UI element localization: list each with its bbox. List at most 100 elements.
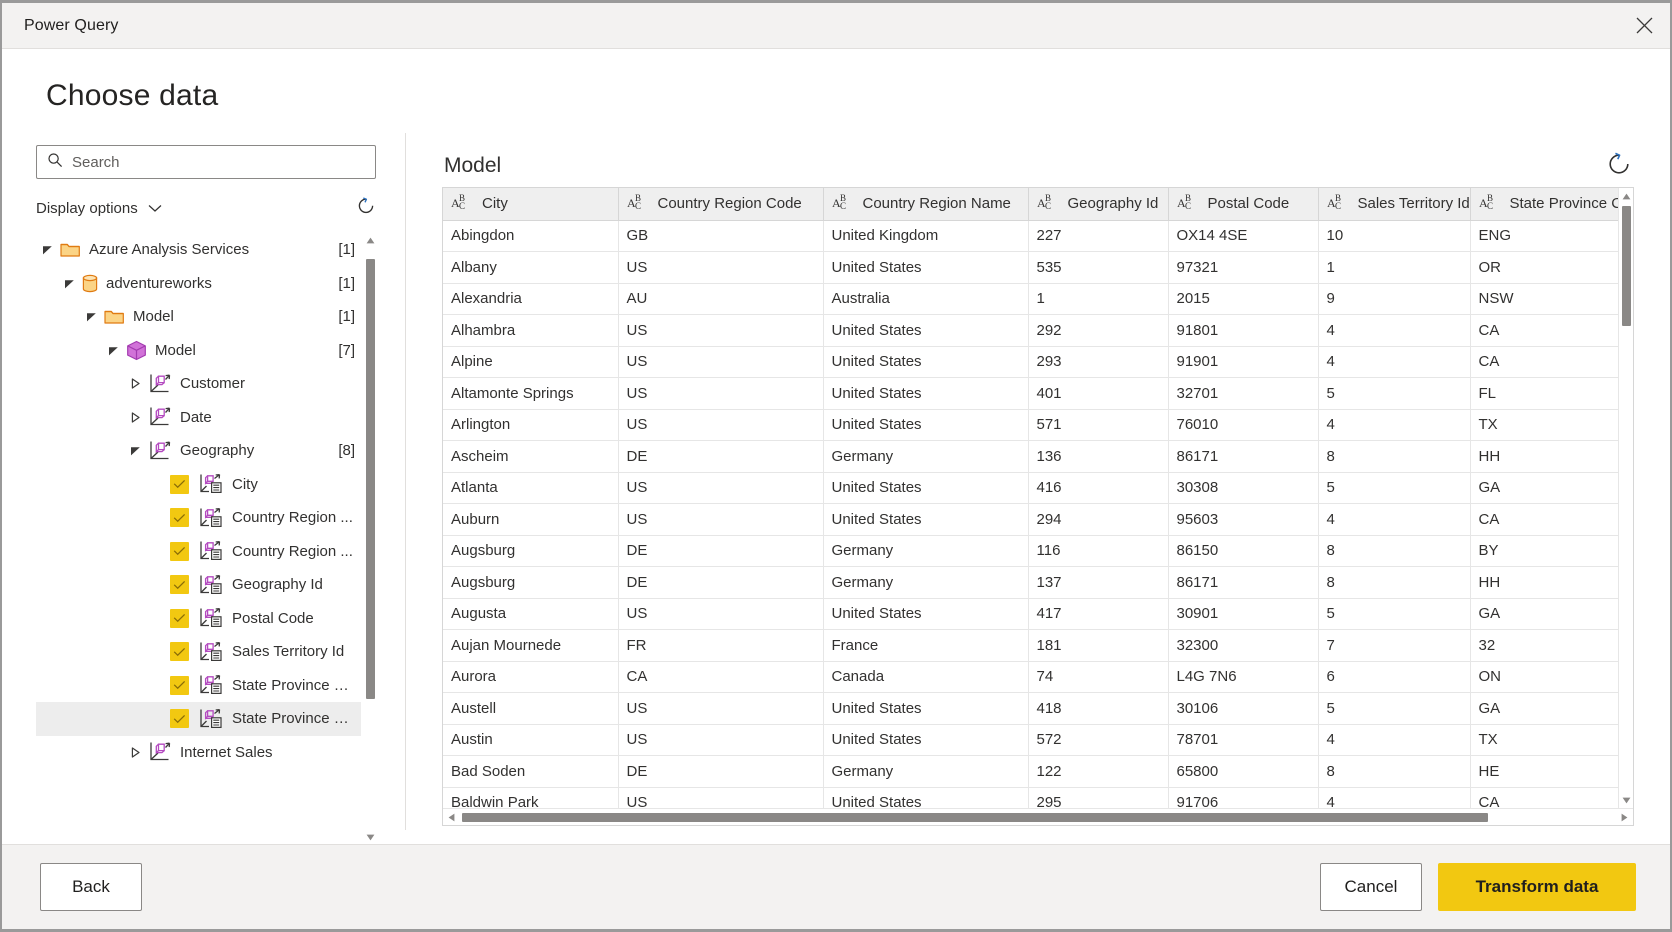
table-cell: 295 xyxy=(1028,787,1169,808)
table-row[interactable]: Baldwin Park US United States 295 91706 4 CA xyxy=(443,787,1618,808)
expand-triangle-icon[interactable] xyxy=(128,378,143,389)
tree-item[interactable]: Geography Id xyxy=(36,568,361,602)
tree-item[interactable]: Model [1] xyxy=(36,300,361,334)
grid-scroll-up-arrow[interactable] xyxy=(1622,188,1631,204)
grid-horizontal-scrollbar[interactable] xyxy=(443,808,1633,825)
column-header-label: Country Region Code xyxy=(657,195,802,213)
close-button[interactable] xyxy=(1618,3,1670,48)
collapse-triangle-icon[interactable] xyxy=(84,311,99,322)
scroll-down-arrow[interactable] xyxy=(366,830,375,844)
grid-scroll-left-arrow[interactable] xyxy=(443,813,460,822)
cancel-button[interactable]: Cancel xyxy=(1320,863,1422,911)
table-row[interactable]: Ascheim DE Germany 136 86171 8 HH xyxy=(443,440,1618,473)
grid-scroll-thumb[interactable] xyxy=(1621,206,1631,326)
collapse-triangle-icon[interactable] xyxy=(106,345,121,356)
tree-item-checkbox[interactable] xyxy=(170,642,189,662)
tree-item[interactable]: State Province C... xyxy=(36,669,361,703)
refresh-icon[interactable] xyxy=(356,196,376,221)
table-row[interactable]: Arlington US United States 571 76010 4 TX xyxy=(443,409,1618,441)
expand-triangle-icon[interactable] xyxy=(128,747,143,758)
tree-item[interactable]: adventureworks [1] xyxy=(36,267,361,301)
grid-hscroll-thumb[interactable] xyxy=(462,812,1488,822)
tree-scroll-track[interactable] xyxy=(365,247,376,830)
close-icon xyxy=(1636,17,1653,34)
table-row[interactable]: Augusta US United States 417 30901 5 GA xyxy=(443,598,1618,630)
column-header[interactable]: A B C Geography Id xyxy=(1028,188,1169,221)
transform-data-button[interactable]: Transform data xyxy=(1438,863,1636,911)
table-row[interactable]: Abingdon GB United Kingdom 227 OX14 4SE 10 ENG xyxy=(443,220,1618,252)
tree-item-checkbox[interactable] xyxy=(170,474,189,494)
tree-item-checkbox[interactable] xyxy=(170,675,189,695)
table-row[interactable]: Bad Soden DE Germany 122 65800 8 HE xyxy=(443,755,1618,788)
tree-item[interactable]: Country Region ... xyxy=(36,501,361,535)
navigator-tree[interactable]: Azure Analysis Services [1] adventureworks… xyxy=(36,233,363,844)
scroll-up-arrow[interactable] xyxy=(366,233,375,247)
table-row[interactable]: Augsburg DE Germany 137 86171 8 HH xyxy=(443,566,1618,599)
table-row[interactable]: Auburn US United States 294 95603 4 CA xyxy=(443,503,1618,536)
column-header[interactable]: A B C Sales Territory Id xyxy=(1318,188,1471,221)
tree-item-checkbox[interactable] xyxy=(170,541,189,561)
table-row[interactable]: Alpine US United States 293 91901 4 CA xyxy=(443,346,1618,378)
grid-scroll-down-arrow[interactable] xyxy=(1622,792,1631,808)
tree-item[interactable]: Postal Code xyxy=(36,602,361,636)
tree-item[interactable]: Model [7] xyxy=(36,334,361,368)
table-cell: 30106 xyxy=(1168,692,1319,725)
display-options-dropdown[interactable]: Display options xyxy=(36,200,162,217)
column-header[interactable]: A B C Postal Code xyxy=(1168,188,1319,221)
table-cell: GA xyxy=(1470,472,1618,504)
column-header[interactable]: A B C City xyxy=(443,188,619,221)
table-cell: 5 xyxy=(1318,472,1471,504)
table-row[interactable]: Albany US United States 535 97321 1 OR xyxy=(443,251,1618,284)
column-header[interactable]: A B C Country Region Code xyxy=(618,188,824,221)
tree-vertical-scrollbar[interactable] xyxy=(365,233,376,844)
column-header[interactable]: A B C Country Region Name xyxy=(823,188,1029,221)
collapse-triangle-icon[interactable] xyxy=(128,445,143,456)
table-row[interactable]: Alhambra US United States 292 91801 4 CA xyxy=(443,314,1618,347)
table-cell: AU xyxy=(618,283,824,315)
grid-scroll-area: A B C City A B C Country Region Code A B C Country … xyxy=(443,188,1618,808)
back-button[interactable]: Back xyxy=(40,863,142,911)
table-row[interactable]: Aujan Mournede FR France 181 32300 7 32 xyxy=(443,629,1618,662)
search-input[interactable] xyxy=(70,152,367,172)
tree-item[interactable]: Country Region ... xyxy=(36,535,361,569)
text-type-icon: ABC xyxy=(627,193,651,214)
table-row[interactable]: Austin US United States 572 78701 4 TX xyxy=(443,724,1618,756)
expand-triangle-icon[interactable] xyxy=(128,412,143,423)
table-row[interactable]: Altamonte Springs US United States 401 32701… xyxy=(443,377,1618,410)
tree-item-label: Postal Code xyxy=(232,609,314,627)
grid-scroll-track[interactable] xyxy=(1619,204,1634,792)
tree-item-checkbox[interactable] xyxy=(170,575,189,595)
table-cell: DE xyxy=(618,535,824,567)
grid-hscroll-track[interactable] xyxy=(460,809,1616,826)
svg-text:C: C xyxy=(1487,201,1493,210)
tree-item-label: Geography xyxy=(180,442,255,460)
attribute-icon xyxy=(200,507,222,527)
grid-vertical-scrollbar[interactable] xyxy=(1618,188,1633,808)
tree-item-checkbox[interactable] xyxy=(170,608,189,628)
table-row[interactable]: Alexandria AU Australia 1 2015 9 NSW xyxy=(443,283,1618,315)
table-row[interactable]: Austell US United States 418 30106 5 GA xyxy=(443,692,1618,725)
table-cell: 32300 xyxy=(1168,629,1319,662)
collapse-triangle-icon[interactable] xyxy=(62,278,77,289)
grid-scroll-right-arrow[interactable] xyxy=(1616,813,1633,822)
search-box[interactable] xyxy=(36,145,376,179)
tree-item[interactable]: Azure Analysis Services [1] xyxy=(36,233,361,267)
tree-item[interactable]: Geography [8] xyxy=(36,434,361,468)
tree-item[interactable]: Date xyxy=(36,401,361,435)
tree-item[interactable]: City xyxy=(36,468,361,502)
tree-item[interactable]: State Province N... xyxy=(36,702,361,736)
collapse-triangle-icon[interactable] xyxy=(40,244,55,255)
tree-item-checkbox[interactable] xyxy=(170,508,189,528)
tree-item[interactable]: Customer xyxy=(36,367,361,401)
tree-item[interactable]: Internet Sales xyxy=(36,736,361,770)
tree-scroll-thumb[interactable] xyxy=(366,259,375,699)
column-header[interactable]: ABC State Province Code xyxy=(1470,188,1618,221)
table-row[interactable]: Atlanta US United States 416 30308 5 GA xyxy=(443,472,1618,504)
table-cell: TX xyxy=(1470,724,1618,756)
table-cell: US xyxy=(618,377,824,410)
tree-item-checkbox[interactable] xyxy=(170,709,189,729)
refresh-icon[interactable] xyxy=(1606,151,1632,182)
table-row[interactable]: Augsburg DE Germany 116 86150 8 BY xyxy=(443,535,1618,567)
tree-item[interactable]: Sales Territory Id xyxy=(36,635,361,669)
table-row[interactable]: Aurora CA Canada 74 L4G 7N6 6 ON xyxy=(443,661,1618,693)
